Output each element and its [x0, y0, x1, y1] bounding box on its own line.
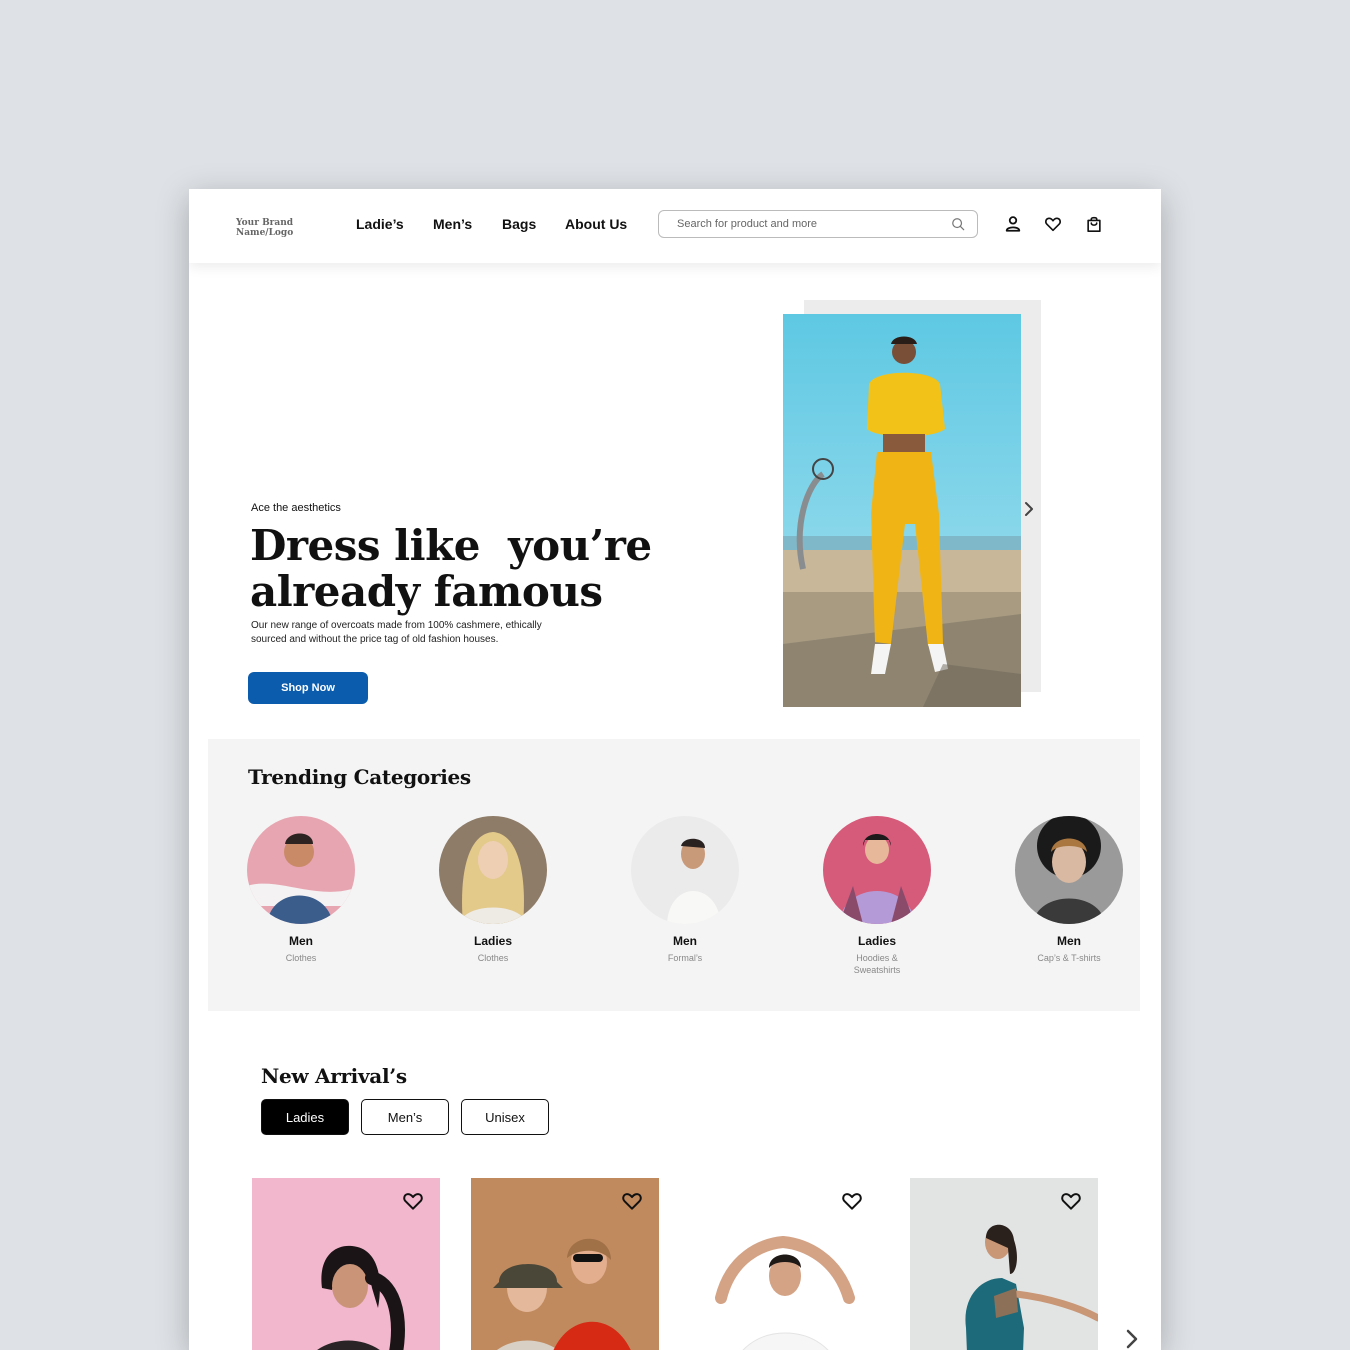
nav-about-us[interactable]: About Us — [565, 216, 627, 232]
hero-title: Dress like you’re already famous — [250, 523, 670, 615]
category-image — [1015, 816, 1123, 924]
wishlist-heart-icon[interactable] — [402, 1190, 424, 1212]
chevron-right-icon[interactable] — [1124, 1327, 1140, 1350]
user-icon[interactable] — [1004, 215, 1022, 233]
heart-icon[interactable] — [1044, 215, 1062, 233]
category-card[interactable]: Men Cap’s & T-shirts — [999, 816, 1139, 964]
wishlist-heart-icon[interactable] — [621, 1190, 643, 1212]
nav-mens[interactable]: Men’s — [433, 216, 472, 232]
wishlist-heart-icon[interactable] — [841, 1190, 863, 1212]
category-subtitle: Formal’s — [667, 953, 703, 963]
hero-title-line-1: Dress like you’re — [250, 521, 652, 570]
category-image — [631, 816, 739, 924]
header: Your Brand Name/Logo Ladie’s Men’s Bags … — [189, 189, 1161, 263]
search-input[interactable] — [677, 216, 937, 232]
page: Your Brand Name/Logo Ladie’s Men’s Bags … — [189, 189, 1161, 1350]
tab-mens[interactable]: Men’s — [361, 1099, 449, 1135]
category-name: Ladies — [473, 934, 512, 948]
product-card[interactable] — [471, 1178, 659, 1350]
new-arrivals-title: New Arrival’s — [261, 1064, 407, 1088]
trending-categories-section: Trending Categories Men Clothes Ladies C… — [208, 739, 1140, 1011]
product-card[interactable] — [691, 1178, 879, 1350]
category-image — [247, 816, 355, 924]
category-name: Men — [289, 934, 313, 948]
brand-logo[interactable]: Your Brand Name/Logo — [236, 218, 293, 238]
hero-description: Our new range of overcoats made from 100… — [251, 620, 542, 645]
search-bar — [658, 210, 978, 238]
product-card[interactable] — [252, 1178, 440, 1350]
product-card[interactable] — [910, 1178, 1098, 1350]
category-name: Ladies — [857, 934, 896, 948]
shop-now-button[interactable]: Shop Now — [248, 672, 368, 704]
logo-line-2: Name/Logo — [236, 228, 294, 238]
hero-eyebrow: Ace the aesthetics — [251, 502, 341, 514]
category-name: Men — [1057, 934, 1081, 948]
category-card[interactable]: Ladies Hoodies & Sweatshirts — [807, 816, 947, 976]
category-card[interactable]: Men Clothes — [231, 816, 371, 964]
nav-ladies[interactable]: Ladie’s — [356, 216, 404, 232]
nav-bags[interactable]: Bags — [502, 216, 536, 232]
category-image — [439, 816, 547, 924]
trending-title: Trending Categories — [248, 765, 471, 789]
category-subtitle: Clothes — [285, 953, 317, 963]
category-card[interactable]: Men Formal’s — [615, 816, 755, 964]
tab-ladies[interactable]: Ladies — [261, 1099, 349, 1135]
search-icon[interactable] — [951, 217, 965, 231]
category-subtitle: Clothes — [477, 953, 509, 963]
hero-title-line-2: already famous — [250, 567, 603, 616]
wishlist-heart-icon[interactable] — [1060, 1190, 1082, 1212]
hero-image — [783, 314, 1021, 707]
chevron-right-icon[interactable] — [1021, 499, 1037, 519]
category-card[interactable]: Ladies Clothes — [423, 816, 563, 964]
category-subtitle: Cap’s & T-shirts — [1037, 953, 1101, 963]
category-subtitle: Hoodies & Sweatshirts — [853, 953, 901, 975]
logo-line-1: Your Brand — [236, 218, 294, 228]
tab-unisex[interactable]: Unisex — [461, 1099, 549, 1135]
category-name: Men — [673, 934, 697, 948]
category-image — [823, 816, 931, 924]
shopping-bag-icon[interactable] — [1085, 215, 1103, 233]
